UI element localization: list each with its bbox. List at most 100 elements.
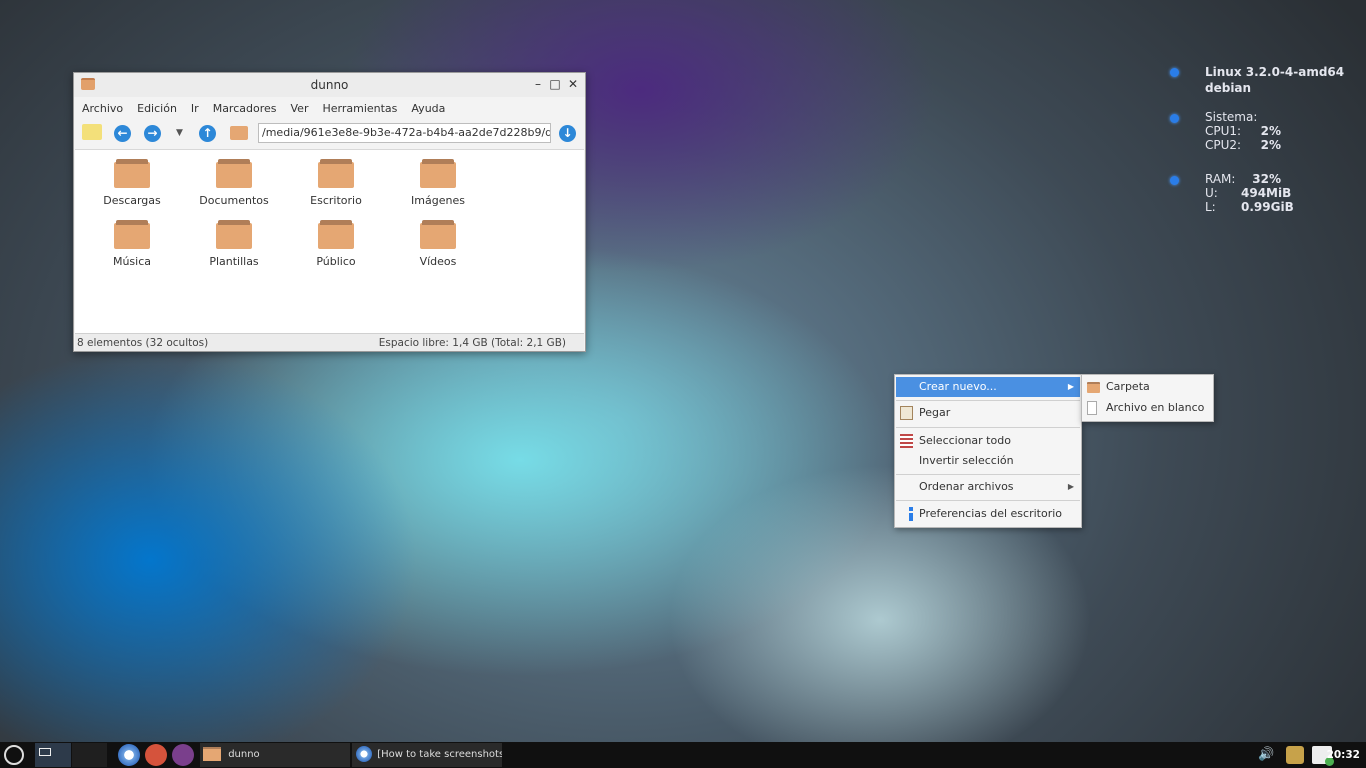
menu-marcadores[interactable]: Marcadores xyxy=(213,102,277,115)
folder-label: Música xyxy=(112,255,152,268)
minimize-button[interactable]: – xyxy=(531,77,545,91)
menu-herramientas[interactable]: Herramientas xyxy=(322,102,397,115)
new-blank-file-item[interactable]: Archivo en blanco xyxy=(1083,398,1212,418)
cpu1-row: CPU1: 2% xyxy=(1205,124,1344,138)
file-manager-window: dunno – □ ✕ Archivo Edición Ir Marcadore… xyxy=(73,72,586,352)
new-folder-label: Carpeta xyxy=(1106,380,1150,393)
address-bar[interactable]: /media/961e3e8e-9b3e-472a-b4b4-aa2de7d22… xyxy=(258,123,551,143)
task-browser[interactable]: [How to take screenshots with ... xyxy=(352,743,502,767)
menu-ayuda[interactable]: Ayuda xyxy=(411,102,445,115)
folder-label: Escritorio xyxy=(310,194,362,207)
menu-ver[interactable]: Ver xyxy=(291,102,309,115)
browser-launcher-icon[interactable] xyxy=(118,744,140,766)
workspace-window-icon xyxy=(39,748,51,756)
create-new-item[interactable]: Crear nuevo... ▶ xyxy=(896,377,1080,397)
used-row: U: 494MiB xyxy=(1205,186,1344,200)
separator xyxy=(896,474,1080,475)
task-browser-label: [How to take screenshots with ... xyxy=(377,749,502,760)
forward-arrow-icon[interactable]: → xyxy=(144,125,161,142)
folder-icon xyxy=(318,159,354,188)
sort-files-item[interactable]: Ordenar archivos ▶ xyxy=(896,477,1080,497)
workspace-2[interactable] xyxy=(72,743,107,767)
submenu-arrow-icon: ▶ xyxy=(1067,482,1074,491)
up-arrow-icon[interactable]: ↑ xyxy=(199,125,216,142)
separator xyxy=(896,400,1080,401)
folder-item[interactable]: Descargas xyxy=(82,159,182,207)
volume-icon[interactable]: 🔊 xyxy=(1258,746,1280,764)
menu-bar: Archivo Edición Ir Marcadores Ver Herram… xyxy=(74,97,585,119)
select-all-icon xyxy=(900,434,913,448)
cpu2-label: CPU2: xyxy=(1205,138,1242,152)
folder-item[interactable]: Plantillas xyxy=(184,220,284,268)
home-folder-icon[interactable] xyxy=(230,126,248,140)
sort-files-label: Ordenar archivos xyxy=(919,480,1014,493)
new-folder-item[interactable]: Carpeta xyxy=(1083,377,1212,397)
window-title: dunno xyxy=(310,78,349,92)
network-icon[interactable] xyxy=(1286,746,1304,764)
invert-selection-label: Invertir selección xyxy=(919,454,1014,467)
folder-icon xyxy=(1087,382,1100,393)
ram-label: RAM: xyxy=(1205,172,1236,186)
new-tab-icon[interactable] xyxy=(82,124,102,140)
toolbar: ← → ▼ ↑ /media/961e3e8e-9b3e-472a-b4b4-a… xyxy=(74,119,585,147)
new-blank-file-label: Archivo en blanco xyxy=(1106,401,1205,414)
go-icon[interactable]: ↓ xyxy=(559,125,576,142)
paste-icon xyxy=(900,406,913,420)
browser-icon xyxy=(356,746,372,762)
cpu2-row: CPU2: 2% xyxy=(1205,138,1344,152)
clock[interactable]: 20:32 xyxy=(1327,742,1360,768)
kernel-block: Linux 3.2.0-4-amd64 debian xyxy=(1170,64,1344,96)
free-row: L: 0.99GiB xyxy=(1205,200,1344,214)
desktop-preferences-item[interactable]: Preferencias del escritorio xyxy=(896,504,1080,524)
menu-edicion[interactable]: Edición xyxy=(137,102,177,115)
task-file-manager[interactable]: dunno xyxy=(200,743,350,767)
window-titlebar[interactable]: dunno – □ ✕ xyxy=(74,73,585,97)
paste-item[interactable]: Pegar xyxy=(896,403,1080,423)
folder-item[interactable]: Imágenes xyxy=(388,159,488,207)
debian-menu-icon[interactable] xyxy=(4,745,24,765)
select-all-item[interactable]: Seleccionar todo xyxy=(896,431,1080,451)
desktop-preferences-label: Preferencias del escritorio xyxy=(919,507,1062,520)
folder-item[interactable]: Escritorio xyxy=(286,159,386,207)
folder-label: Documentos xyxy=(199,194,269,207)
maximize-button[interactable]: □ xyxy=(548,77,562,91)
used-value: 494MiB xyxy=(1241,186,1292,200)
file-manager-launcher-icon[interactable] xyxy=(145,744,167,766)
item-count: 8 elementos (32 ocultos) xyxy=(77,336,209,349)
media-launcher-icon[interactable] xyxy=(172,744,194,766)
folder-icon xyxy=(420,220,456,249)
ram-value: 32% xyxy=(1252,172,1281,186)
folder-icon xyxy=(203,747,221,761)
task-file-manager-label: dunno xyxy=(228,749,260,760)
cpu1-value: 2% xyxy=(1260,124,1281,138)
select-all-label: Seleccionar todo xyxy=(919,434,1011,447)
folder-icon xyxy=(216,159,252,188)
folder-label: Imágenes xyxy=(411,194,465,207)
distro-name: debian xyxy=(1205,81,1252,95)
workspace-1[interactable] xyxy=(35,743,71,767)
separator xyxy=(896,500,1080,501)
bullet-icon xyxy=(1170,68,1179,77)
separator xyxy=(896,427,1080,428)
ram-row: RAM: 32% xyxy=(1205,172,1344,186)
folder-item[interactable]: Documentos xyxy=(184,159,284,207)
close-button[interactable]: ✕ xyxy=(566,77,580,91)
menu-ir[interactable]: Ir xyxy=(191,102,199,115)
folder-item[interactable]: Música xyxy=(82,220,182,268)
desktop-context-menu: Crear nuevo... ▶ Pegar Seleccionar todo … xyxy=(894,374,1082,528)
invert-selection-item[interactable]: Invertir selección xyxy=(896,451,1080,471)
file-view[interactable]: Descargas Documentos Escritorio Imágenes… xyxy=(75,149,584,334)
back-arrow-icon[interactable]: ← xyxy=(114,125,131,142)
system-monitor-widget: Linux 3.2.0-4-amd64 debian Sistema: CPU1… xyxy=(1170,64,1344,214)
paste-label: Pegar xyxy=(919,406,951,419)
history-dropdown-icon[interactable]: ▼ xyxy=(171,125,188,142)
used-label: U: xyxy=(1205,186,1218,200)
cpu1-label: CPU1: xyxy=(1205,124,1242,138)
folder-label: Público xyxy=(316,255,356,268)
folder-item[interactable]: Vídeos xyxy=(388,220,488,268)
bullet-icon xyxy=(1170,114,1179,123)
folder-item[interactable]: Público xyxy=(286,220,386,268)
folder-label: Descargas xyxy=(103,194,161,207)
menu-archivo[interactable]: Archivo xyxy=(82,102,123,115)
blank-file-icon xyxy=(1087,401,1097,415)
